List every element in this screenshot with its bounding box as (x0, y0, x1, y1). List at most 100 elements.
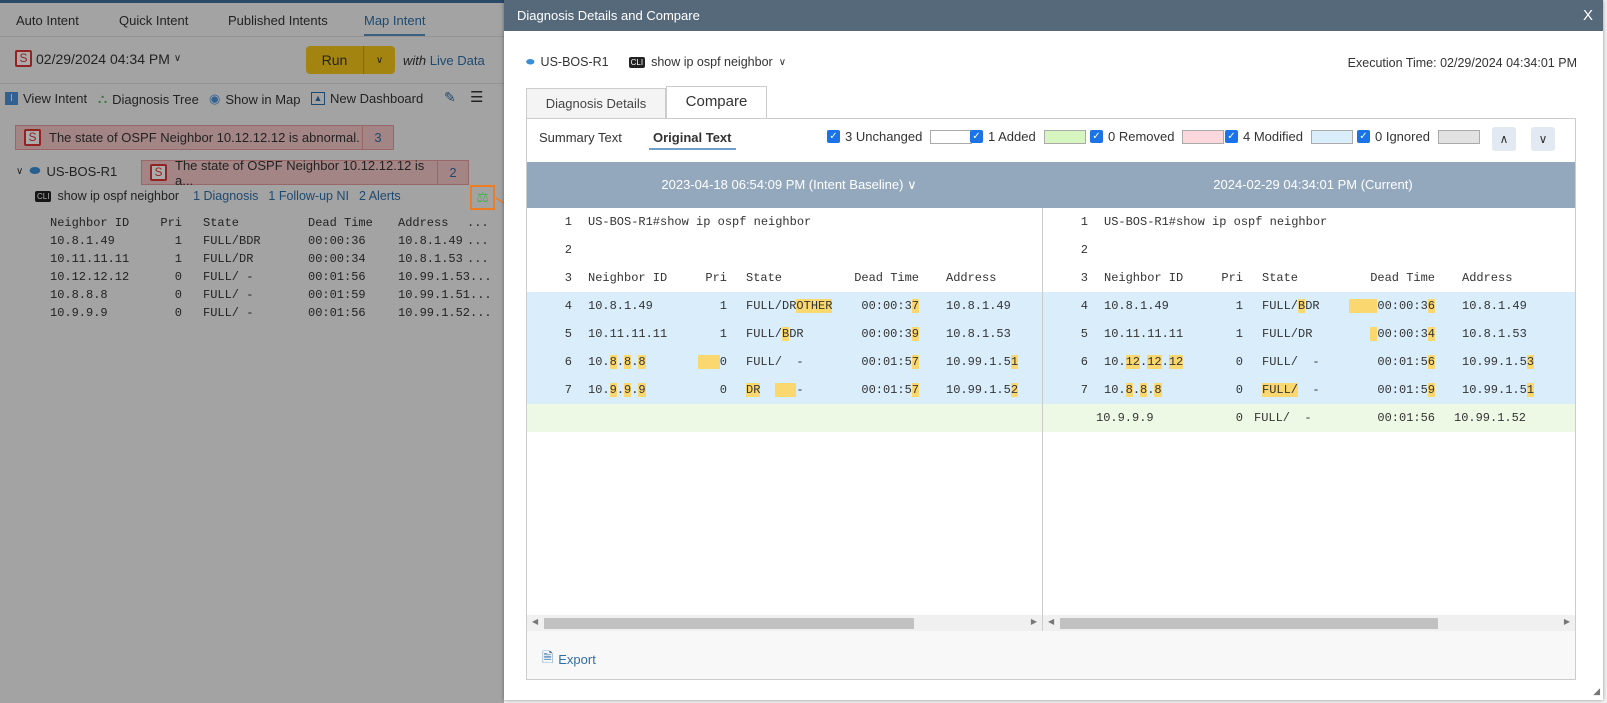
close-icon[interactable]: X (1583, 0, 1593, 31)
text-segment: 00:01:5 (861, 355, 912, 369)
diff-cell: US-BOS-R1#show ip ospf neighbor (588, 215, 811, 229)
summary-text-tab[interactable]: Summary Text (539, 130, 622, 145)
text-segment: FULL/ - (746, 355, 804, 369)
text-segment: 0 (1235, 411, 1243, 425)
diff-cell: Neighbor ID (588, 271, 667, 285)
diff-highlight: 6 (1427, 299, 1435, 313)
filter-removed[interactable]: ✓ 0 Removed (1090, 129, 1225, 144)
filter-added[interactable]: ✓ 1 Added (970, 129, 1086, 144)
diff-cell: 00:00:37 (861, 299, 919, 313)
filter-unchanged[interactable]: ✓ 3 Unchanged (827, 129, 973, 144)
command-selector[interactable]: show ip ospf neighbor (651, 55, 773, 69)
baseline-scrollbar[interactable]: ◀ ▶ (527, 615, 1042, 631)
tab-compare[interactable]: Compare (666, 86, 767, 119)
diff-highlight: 1 (1526, 383, 1535, 397)
checkbox[interactable]: ✓ (970, 130, 983, 143)
text-segment: Address (1462, 271, 1513, 285)
text-segment: 10.8.1.53 (1462, 327, 1527, 341)
diff-line-unchanged: 3 Neighbor ID Pri State Dead Time Address (527, 264, 1042, 292)
checkbox[interactable]: ✓ (827, 130, 840, 143)
checkbox[interactable]: ✓ (1225, 130, 1238, 143)
diff-highlight: 3 (1526, 355, 1535, 369)
previous-diff-button[interactable]: ∧ (1492, 127, 1516, 151)
diff-cell: FULL/ - (1262, 355, 1320, 369)
filter-label: 0 Removed (1108, 129, 1175, 144)
text-segment: FULL/ (1262, 299, 1299, 313)
color-swatch (1310, 129, 1353, 144)
cli-icon: CLI (628, 56, 646, 68)
text-segment: 10.8.1.49 (588, 299, 653, 313)
diff-cell: 00:00:36 (1348, 299, 1435, 313)
checkbox[interactable]: ✓ (1357, 130, 1370, 143)
text-segment: US-BOS-R1#show ip ospf neighbor (1104, 215, 1328, 229)
diff-cell: Address (1462, 271, 1512, 285)
color-swatch (1437, 129, 1480, 144)
text-segment: 00:00:3 (861, 327, 912, 341)
diff-cell: 10.99.1.51 (1462, 383, 1535, 397)
export-button[interactable]: 🗎 Export (542, 647, 596, 671)
text-segment: . (1161, 355, 1169, 369)
diff-highlight: 9 (609, 383, 617, 397)
compare-icon[interactable]: ⚖ (470, 185, 495, 210)
text-segment: 10.8.1.49 (1462, 299, 1527, 313)
line-number: 6 (564, 355, 572, 369)
diff-cell: 1 (720, 299, 727, 313)
next-diff-button[interactable]: ∨ (1531, 127, 1555, 151)
tab-diagnosis-details[interactable]: Diagnosis Details (526, 88, 666, 119)
filter-modified[interactable]: ✓ 4 Modified (1225, 129, 1353, 144)
text-segment: . (616, 383, 625, 397)
resize-handle[interactable]: ◢ (1593, 686, 1600, 697)
line-number: 2 (1080, 243, 1088, 257)
text-segment: Dead Time (854, 271, 919, 285)
diff-cell: 00:01:56 (1377, 355, 1435, 369)
text-segment: 10.8.1.49 (946, 299, 1011, 313)
diff-cell: Dead Time (1370, 271, 1435, 285)
diff-cell: 10.8.1.53 (946, 327, 1011, 341)
baseline-selector[interactable]: 2023-04-18 06:54:09 PM (Intent Baseline)… (527, 162, 1051, 208)
diff-cell: 00:00:34 (1370, 327, 1435, 341)
text-segment: Pri (705, 271, 727, 285)
text-segment: 10.99.1.52 (1454, 411, 1527, 425)
checkbox[interactable]: ✓ (1090, 130, 1103, 143)
line-number: 5 (1080, 327, 1088, 341)
text-segment: US-BOS-R1#show ip ospf neighbor (588, 215, 812, 229)
diff-cell: FULL/ - (746, 355, 804, 369)
text-segment: 10.8.1.49 (1104, 299, 1169, 313)
diff-cell: 00:01:59 (1377, 383, 1435, 397)
line-number: 3 (1080, 271, 1088, 285)
chevron-down-icon[interactable]: ∨ (779, 57, 786, 68)
filter-label: 3 Unchanged (845, 129, 923, 144)
diff-cell: Pri (1221, 271, 1243, 285)
diff-cell: FULL/DR (1262, 327, 1312, 341)
current-scrollbar[interactable]: ◀ ▶ (1043, 615, 1575, 631)
text-segment: 10.11.11.11 (588, 327, 668, 341)
diff-highlight: 4 (1427, 327, 1435, 341)
text-segment (760, 383, 774, 397)
diff-line-added (527, 404, 1042, 432)
diff-cell: 10.12.12.12 (1104, 355, 1184, 369)
diff-cell: FULL/BDR (1262, 299, 1320, 313)
diff-highlight: 12 (1147, 355, 1162, 369)
text-segment: 10. (588, 383, 610, 397)
diff-line-modified: 4 10.8.1.49 1 FULL/DROTHER 00:00:37 10.8.1.49 (527, 292, 1042, 320)
diff-cell: 00:00:39 (861, 327, 919, 341)
line-number: 3 (564, 271, 572, 285)
text-segment: 00:01:5 (1377, 355, 1428, 369)
export-label: Export (558, 651, 596, 667)
compare-dialog: Diagnosis Details and Compare X ⬬ US-BOS… (504, 0, 1603, 700)
diff-line-unchanged: 1 US-BOS-R1#show ip ospf neighbor (1043, 208, 1575, 236)
diff-line-modified: 4 10.8.1.49 1 FULL/BDR 00:00:36 10.8.1.49 (1043, 292, 1575, 320)
diff-highlight: 8 (1125, 383, 1133, 397)
diff-cell: FULL/BDR (746, 327, 804, 341)
diff-cell: FULL/ - (1254, 411, 1312, 425)
original-text-tab[interactable]: Original Text (649, 130, 736, 150)
diff-cell: 10.8.1.49 (588, 299, 653, 313)
text-segment: 10.9.9.9 (1096, 411, 1154, 425)
text-segment: FULL/DR (746, 299, 797, 313)
filter-ignored[interactable]: ✓ 0 Ignored (1357, 129, 1480, 144)
router-icon: ⬬ (526, 56, 535, 68)
baseline-pane: 1 US-BOS-R1#show ip ospf neighbor 2 3 Neighb… (527, 208, 1042, 615)
diff-highlight: 6 (1427, 355, 1435, 369)
text-segment: 10. (1104, 383, 1126, 397)
filter-label: 1 Added (988, 129, 1036, 144)
